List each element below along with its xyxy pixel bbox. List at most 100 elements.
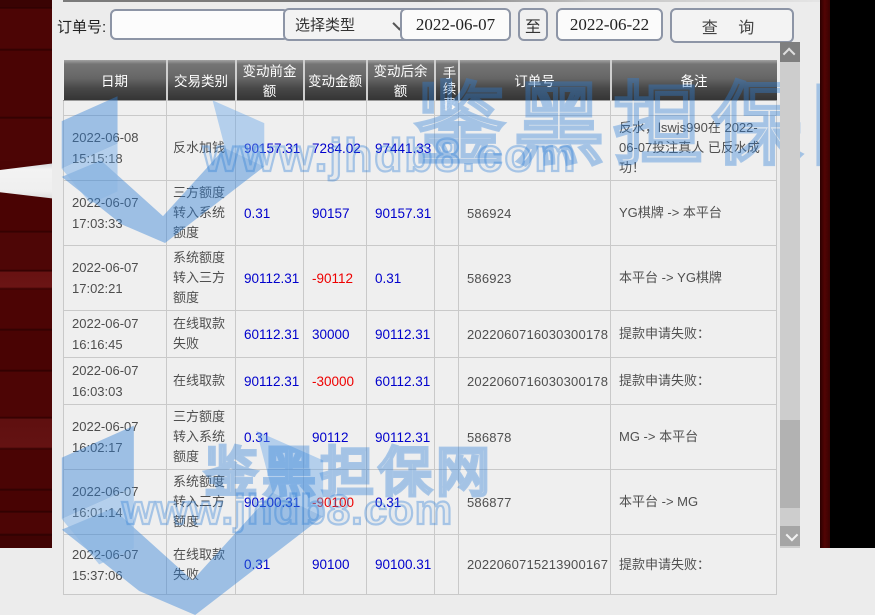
cell-type: 系统额度转入三方额度 (167, 470, 236, 535)
scrollbar-up-button[interactable] (780, 42, 800, 62)
cell-order-number: 2022060715213900167 (459, 535, 611, 595)
table-row-partial (64, 101, 777, 116)
cell-type: 在线取款失败 (167, 311, 236, 358)
cell-type: 三方额度转入系统额度 (167, 405, 236, 470)
cell-type: 三方额度转入系统额度 (167, 181, 236, 246)
cell-fee (435, 116, 459, 181)
cell-before-amount: 90157.31 (236, 116, 304, 181)
cell-change-amount: 90112 (304, 405, 367, 470)
cell-before-amount: 90112.31 (236, 246, 304, 311)
table-row: 2022-06-0716:16:45 在线取款失败 60112.31 30000… (64, 311, 777, 358)
cell-type: 在线取款 (167, 358, 236, 405)
cell-date: 2022-06-0717:03:33 (64, 181, 167, 246)
column-header: 变动前金额 (236, 60, 304, 101)
cell-order-number: 2022060716030300178 (459, 311, 611, 358)
cell-type: 反水加钱 (167, 116, 236, 181)
cell-change-amount: -30000 (304, 358, 367, 405)
cell-before-amount: 60112.31 (236, 311, 304, 358)
content-panel: 订单号: 选择类型 2022-06-07 至 2022-06-22 查 询 日期… (52, 0, 820, 548)
table-row: 2022-06-0716:02:17 三方额度转入系统额度 0.31 90112… (64, 405, 777, 470)
cell-fee (435, 535, 459, 595)
cell-before-amount: 0.31 (236, 405, 304, 470)
background-right-black-area (830, 0, 875, 548)
cell-before-amount: 90100.31 (236, 470, 304, 535)
cell-after-amount: 90112.31 (367, 405, 435, 470)
cell-order-number: 586924 (459, 181, 611, 246)
cell-date: 2022-06-0717:02:21 (64, 246, 167, 311)
cell-fee (435, 470, 459, 535)
cell-change-amount: -90100 (304, 470, 367, 535)
cell-remark: 反水，lswjs990在 2022-06-07投注真人 已反水成功！ (611, 116, 777, 181)
date-to-input[interactable]: 2022-06-22 (556, 8, 663, 41)
cell-after-amount: 90112.31 (367, 311, 435, 358)
cell-after-amount: 97441.33 (367, 116, 435, 181)
table-row: 2022-06-0716:03:03 在线取款 90112.31 -30000 … (64, 358, 777, 405)
cell-remark: YG棋牌 -> 本平台 (611, 181, 777, 246)
cell-before-amount: 0.31 (236, 535, 304, 595)
cell-remark: 提款申请失败： (611, 535, 777, 595)
cell-type: 系统额度转入三方额度 (167, 246, 236, 311)
cell-fee (435, 405, 459, 470)
column-header: 变动金额 (304, 60, 367, 101)
cell-fee (435, 311, 459, 358)
type-select-value: 选择类型 (295, 14, 355, 35)
background-right-red-edge (820, 0, 830, 548)
order-number-input[interactable] (110, 9, 289, 40)
table-row: 2022-06-0717:03:33 三方额度转入系统额度 0.31 90157… (64, 181, 777, 246)
cell-change-amount: 90157 (304, 181, 367, 246)
date-from-input[interactable]: 2022-06-07 (400, 8, 511, 41)
background-site-strip (0, 0, 52, 548)
table-row: 2022-06-0717:02:21 系统额度转入三方额度 90112.31 -… (64, 246, 777, 311)
cell-after-amount: 60112.31 (367, 358, 435, 405)
cell-change-amount: 90100 (304, 535, 367, 595)
cell-change-amount: 30000 (304, 311, 367, 358)
scrollbar-down-button[interactable] (780, 526, 800, 546)
vertical-scrollbar[interactable] (780, 42, 800, 548)
table-row: 2022-06-0815:15:18 反水加钱 90157.31 7284.02… (64, 116, 777, 181)
table-row: 2022-06-0716:01:14 系统额度转入三方额度 90100.31 -… (64, 470, 777, 535)
column-header: 日期 (64, 60, 167, 101)
cell-after-amount: 0.31 (367, 246, 435, 311)
table-row: 2022-06-0715:37:06 在线取款失败 0.31 90100 901… (64, 535, 777, 595)
cell-order-number (459, 116, 611, 181)
column-header: 备注 (611, 60, 777, 101)
column-header: 订单号 (459, 60, 611, 101)
column-header: 变动后余额 (367, 60, 435, 101)
toolbar: 订单号: 选择类型 2022-06-07 至 2022-06-22 查 询 (52, 0, 820, 52)
cell-remark: MG -> 本平台 (611, 405, 777, 470)
cell-fee (435, 246, 459, 311)
cell-before-amount: 90112.31 (236, 358, 304, 405)
cell-order-number: 586877 (459, 470, 611, 535)
cell-remark: 本平台 -> YG棋牌 (611, 246, 777, 311)
cell-order-number: 2022060716030300178 (459, 358, 611, 405)
cell-date: 2022-06-0815:15:18 (64, 116, 167, 181)
cell-change-amount: 7284.02 (304, 116, 367, 181)
date-to-separator: 至 (518, 8, 548, 41)
cell-date: 2022-06-0716:03:03 (64, 358, 167, 405)
scrollbar-thumb[interactable] (780, 420, 800, 508)
cell-remark: 提款申请失败： (611, 311, 777, 358)
cell-type: 在线取款失败 (167, 535, 236, 595)
order-number-label: 订单号: (57, 16, 106, 37)
cell-before-amount: 0.31 (236, 181, 304, 246)
search-button[interactable]: 查 询 (670, 8, 794, 43)
cell-date: 2022-06-0715:37:06 (64, 535, 167, 595)
cell-change-amount: -90112 (304, 246, 367, 311)
column-header: 交易类别 (167, 60, 236, 101)
cell-after-amount: 0.31 (367, 470, 435, 535)
transactions-table: 日期交易类别变动前金额变动金额变动后余额手续费订单号备注 2022-06-081… (63, 60, 777, 595)
chevron-up-icon (782, 47, 795, 60)
cell-order-number: 586923 (459, 246, 611, 311)
column-header: 手续费 (435, 60, 459, 101)
type-select[interactable]: 选择类型 (283, 8, 413, 41)
chevron-down-icon (785, 528, 798, 541)
cell-fee (435, 358, 459, 405)
cell-fee (435, 181, 459, 246)
cell-remark: 提款申请失败： (611, 358, 777, 405)
cell-date: 2022-06-0716:16:45 (64, 311, 167, 358)
cell-after-amount: 90100.31 (367, 535, 435, 595)
cell-date: 2022-06-0716:02:17 (64, 405, 167, 470)
cell-order-number: 586878 (459, 405, 611, 470)
table-header: 日期交易类别变动前金额变动金额变动后余额手续费订单号备注 (64, 60, 777, 101)
cell-remark: 本平台 -> MG (611, 470, 777, 535)
